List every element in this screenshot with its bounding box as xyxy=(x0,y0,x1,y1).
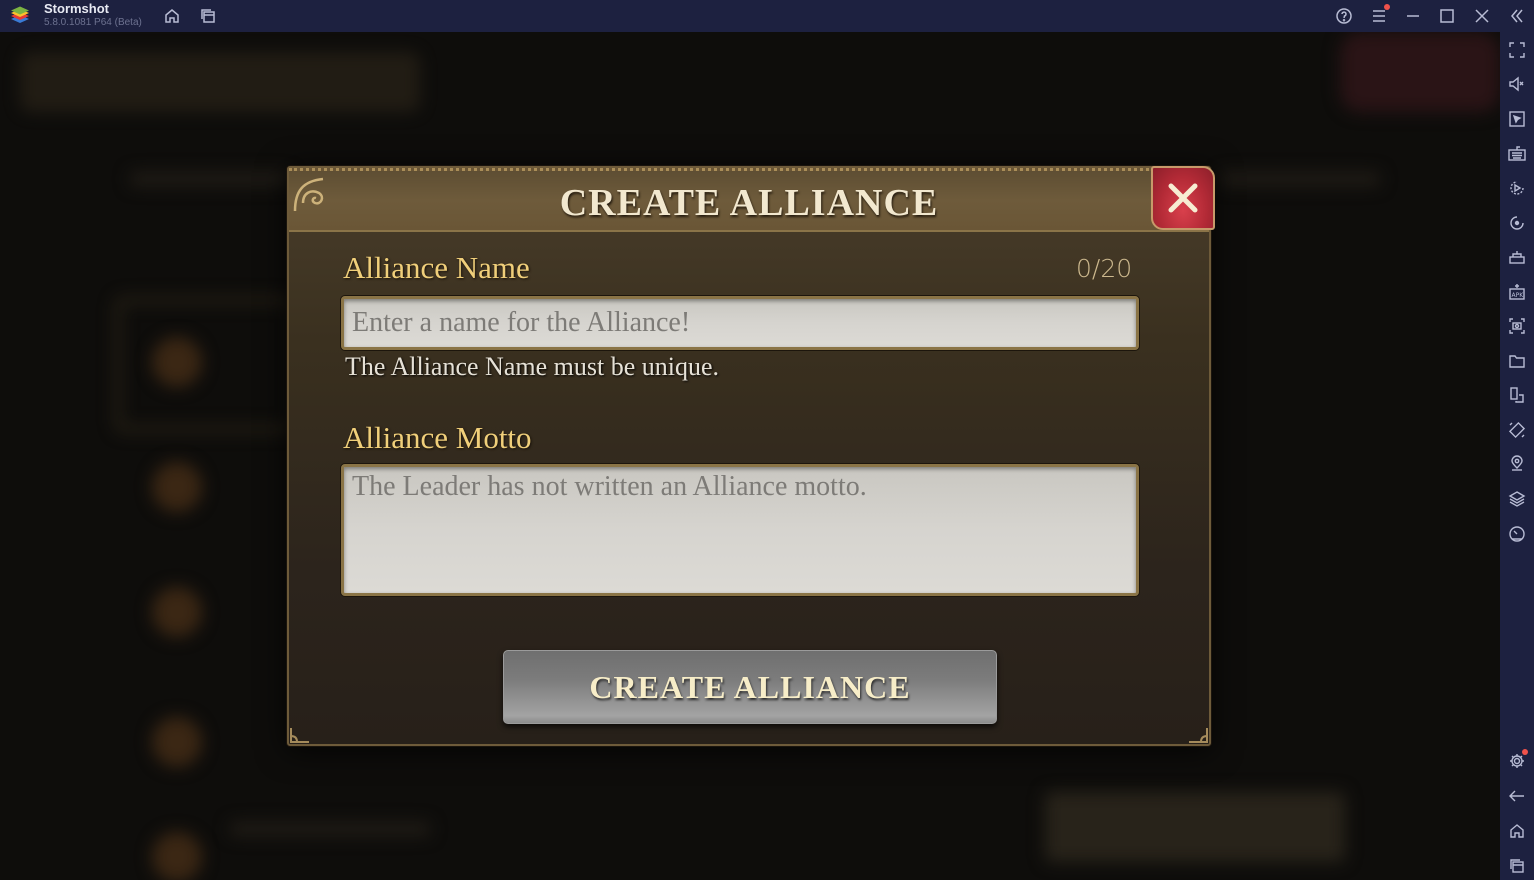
android-home-icon xyxy=(1510,824,1524,838)
corner-flourish-icon xyxy=(1189,728,1208,743)
background-orb xyxy=(152,587,202,637)
dialog-close-button[interactable] xyxy=(1151,166,1215,230)
dialog-title: CREATE ALLIANCE xyxy=(559,182,939,224)
home-button[interactable] xyxy=(160,4,184,28)
background-orb xyxy=(152,337,202,387)
layers-button[interactable] xyxy=(1505,487,1529,511)
screenshot-icon xyxy=(1509,318,1525,334)
alliance-motto-label: Alliance Motto xyxy=(343,420,532,455)
back-icon xyxy=(1509,790,1524,802)
android-home-button[interactable] xyxy=(1505,819,1529,843)
collapse-sidebar-button[interactable] xyxy=(1505,4,1529,28)
multi-instance-icon xyxy=(201,9,215,23)
volume-mute-icon xyxy=(1509,76,1524,92)
macro-record-icon xyxy=(1510,181,1524,195)
pointer-icon xyxy=(1509,111,1525,127)
create-alliance-dialog: CREATE ALLIANCE Alliance Name 0/20 The A… xyxy=(287,166,1215,746)
app-version: 5.8.0.1081 P64 (Beta) xyxy=(44,17,142,28)
background-title-blurred xyxy=(20,52,420,112)
dialog-header: CREATE ALLIANCE xyxy=(289,168,1209,232)
background-close-blurred xyxy=(1340,32,1500,112)
settings-button[interactable] xyxy=(1505,749,1529,773)
keyboard-button[interactable] xyxy=(1505,142,1529,166)
alliance-name-input[interactable] xyxy=(341,296,1139,350)
help-icon xyxy=(1336,8,1352,24)
background-card-blurred xyxy=(115,297,300,432)
game-controls-icon xyxy=(1509,251,1525,264)
install-apk-icon: APK xyxy=(1509,284,1525,300)
rotate-icon xyxy=(1508,421,1526,439)
fullscreen-icon xyxy=(1509,42,1525,58)
home-icon xyxy=(165,9,179,23)
close-icon xyxy=(1168,183,1198,213)
sync-icon xyxy=(1510,216,1524,230)
background-orb xyxy=(152,462,202,512)
fullscreen-button[interactable] xyxy=(1505,38,1529,62)
screenshot-button[interactable] xyxy=(1505,314,1529,338)
close-window-button[interactable] xyxy=(1470,4,1494,28)
folder-icon xyxy=(1509,355,1525,368)
game-controls-button[interactable] xyxy=(1505,245,1529,269)
app-name: Stormshot xyxy=(44,1,109,16)
recent-apps-button[interactable] xyxy=(1505,854,1529,878)
collapse-sidebar-icon xyxy=(1511,9,1523,23)
emulator-sidebar: APK xyxy=(1500,32,1534,880)
location-icon xyxy=(1511,455,1523,471)
rotate-button[interactable] xyxy=(1505,418,1529,442)
sync-button[interactable] xyxy=(1505,211,1529,235)
keyboard-icon xyxy=(1508,146,1526,161)
alliance-motto-input[interactable] xyxy=(341,464,1139,596)
minimize-button[interactable] xyxy=(1401,4,1425,28)
game-viewport: CREATE ALLIANCE Alliance Name 0/20 The A… xyxy=(0,32,1500,880)
recent-apps-icon xyxy=(1510,859,1524,873)
background-bar xyxy=(1220,172,1380,186)
create-alliance-button[interactable]: CREATE ALLIANCE xyxy=(503,650,997,724)
volume-button[interactable] xyxy=(1505,72,1529,96)
back-button[interactable] xyxy=(1505,784,1529,808)
menu-button[interactable] xyxy=(1367,4,1391,28)
location-button[interactable] xyxy=(1505,452,1529,476)
background-bar xyxy=(230,822,430,836)
help-button[interactable] xyxy=(1332,4,1356,28)
name-character-counter: 0/20 xyxy=(1076,254,1133,283)
create-alliance-button-label: CREATE ALLIANCE xyxy=(589,668,911,705)
macro-button[interactable] xyxy=(1505,176,1529,200)
corner-flourish-icon xyxy=(290,728,309,743)
settings-notification-dot xyxy=(1522,749,1528,755)
close-window-icon xyxy=(1475,9,1489,23)
maximize-icon xyxy=(1440,9,1454,23)
notification-dot xyxy=(1384,4,1390,10)
layers-icon xyxy=(1508,491,1526,507)
performance-icon xyxy=(1509,526,1525,542)
alliance-name-label: Alliance Name xyxy=(343,250,530,285)
bluestacks-logo-icon xyxy=(11,6,29,23)
multi-window-icon xyxy=(1510,387,1524,403)
background-button-blurred xyxy=(1045,792,1345,862)
multi-window-button[interactable] xyxy=(1505,383,1529,407)
background-orb xyxy=(152,717,202,767)
pointer-button[interactable] xyxy=(1505,107,1529,131)
svg-text:APK: APK xyxy=(1512,292,1525,299)
background-bar xyxy=(130,172,290,186)
background-orb xyxy=(152,832,202,880)
alliance-name-hint: The Alliance Name must be unique. xyxy=(345,352,720,381)
performance-button[interactable] xyxy=(1505,522,1529,546)
multi-instance-button[interactable] xyxy=(196,4,220,28)
folder-button[interactable] xyxy=(1505,349,1529,373)
install-apk-button[interactable]: APK xyxy=(1505,280,1529,304)
minimize-icon xyxy=(1407,15,1419,17)
emulator-titlebar: Stormshot 5.8.0.1081 P64 (Beta) xyxy=(0,0,1534,32)
maximize-button[interactable] xyxy=(1435,4,1459,28)
